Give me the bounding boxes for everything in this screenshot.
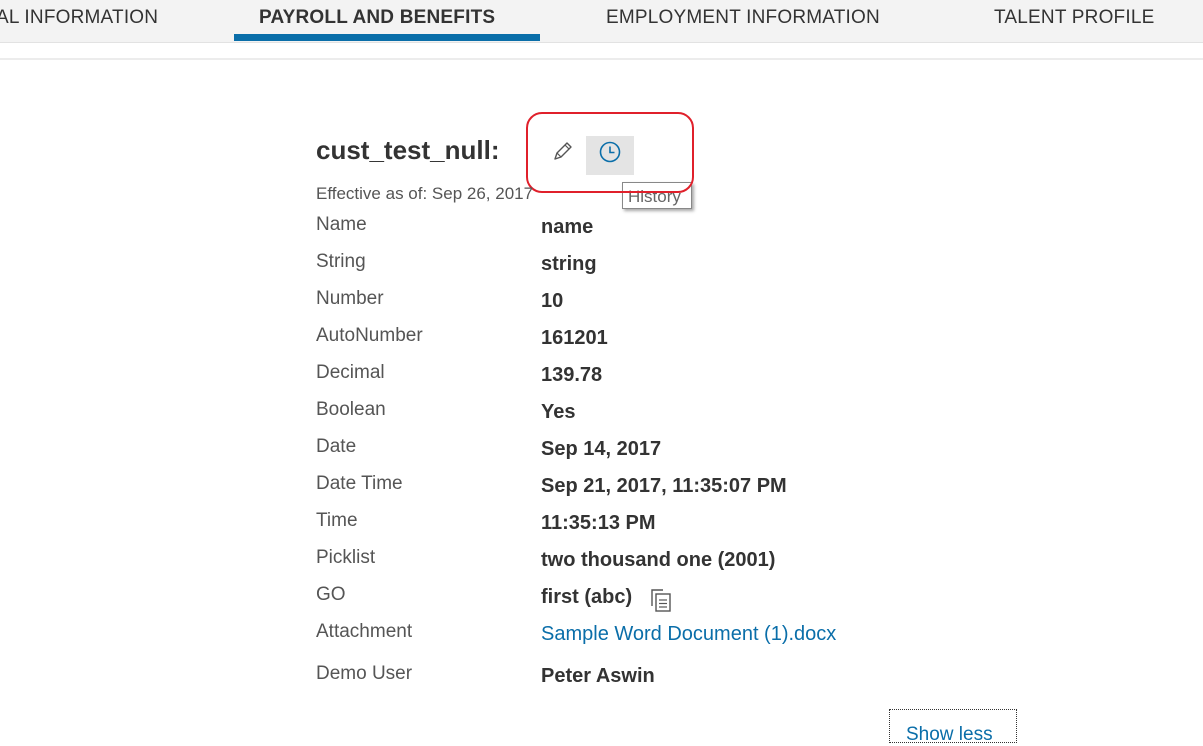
field-label-boolean: Boolean [316, 399, 386, 420]
field-label-go: GO [316, 584, 346, 605]
field-value-picklist: two thousand one (2001) [541, 549, 776, 571]
effective-date: Effective as of: Sep 26, 2017 [316, 184, 534, 203]
tab-talent-profile[interactable]: TALENT PROFILE [994, 7, 1154, 29]
tab-personal-information[interactable]: AL INFORMATION [0, 7, 158, 29]
field-value-string: string [541, 253, 597, 275]
field-value-demo-user: Peter Aswin [541, 665, 655, 687]
show-less-button[interactable]: Show less [889, 709, 1017, 745]
field-value-name: name [541, 216, 594, 238]
field-value-decimal: 139.78 [541, 364, 603, 386]
attachment-link[interactable]: Sample Word Document (1).docx [541, 623, 836, 646]
tab-payroll-and-benefits[interactable]: PAYROLL AND BENEFITS [259, 7, 495, 29]
field-value-go: first (abc) [541, 586, 633, 608]
active-tab-indicator [234, 34, 540, 41]
annotation-highlight [526, 112, 694, 193]
field-label-picklist: Picklist [316, 547, 376, 568]
copy-document-icon [651, 589, 671, 612]
field-label-attachment: Attachment [316, 621, 413, 642]
field-label-autonumber: AutoNumber [316, 325, 423, 346]
tab-employment-information[interactable]: EMPLOYMENT INFORMATION [606, 7, 880, 29]
tab-bar: AL INFORMATION PAYROLL AND BENEFITS EMPL… [0, 0, 1203, 43]
field-value-time: 11:35:13 PM [541, 512, 656, 534]
section-title: cust_test_null: [316, 135, 500, 165]
field-label-date-time: Date Time [316, 473, 403, 494]
go-details-button[interactable] [649, 587, 673, 618]
field-value-date: Sep 14, 2017 [541, 438, 662, 460]
field-label-date: Date [316, 436, 357, 457]
divider [0, 58, 1203, 60]
field-label-decimal: Decimal [316, 362, 385, 383]
field-label-name: Name [316, 214, 367, 235]
field-value-autonumber: 161201 [541, 327, 608, 349]
field-label-number: Number [316, 288, 384, 309]
field-value-number: 10 [541, 290, 564, 312]
field-label-string: String [316, 251, 366, 272]
field-value-boolean: Yes [541, 401, 576, 423]
field-label-demo-user: Demo User [316, 663, 413, 684]
field-value-date-time: Sep 21, 2017, 11:35:07 PM [541, 475, 787, 497]
field-label-time: Time [316, 510, 358, 531]
